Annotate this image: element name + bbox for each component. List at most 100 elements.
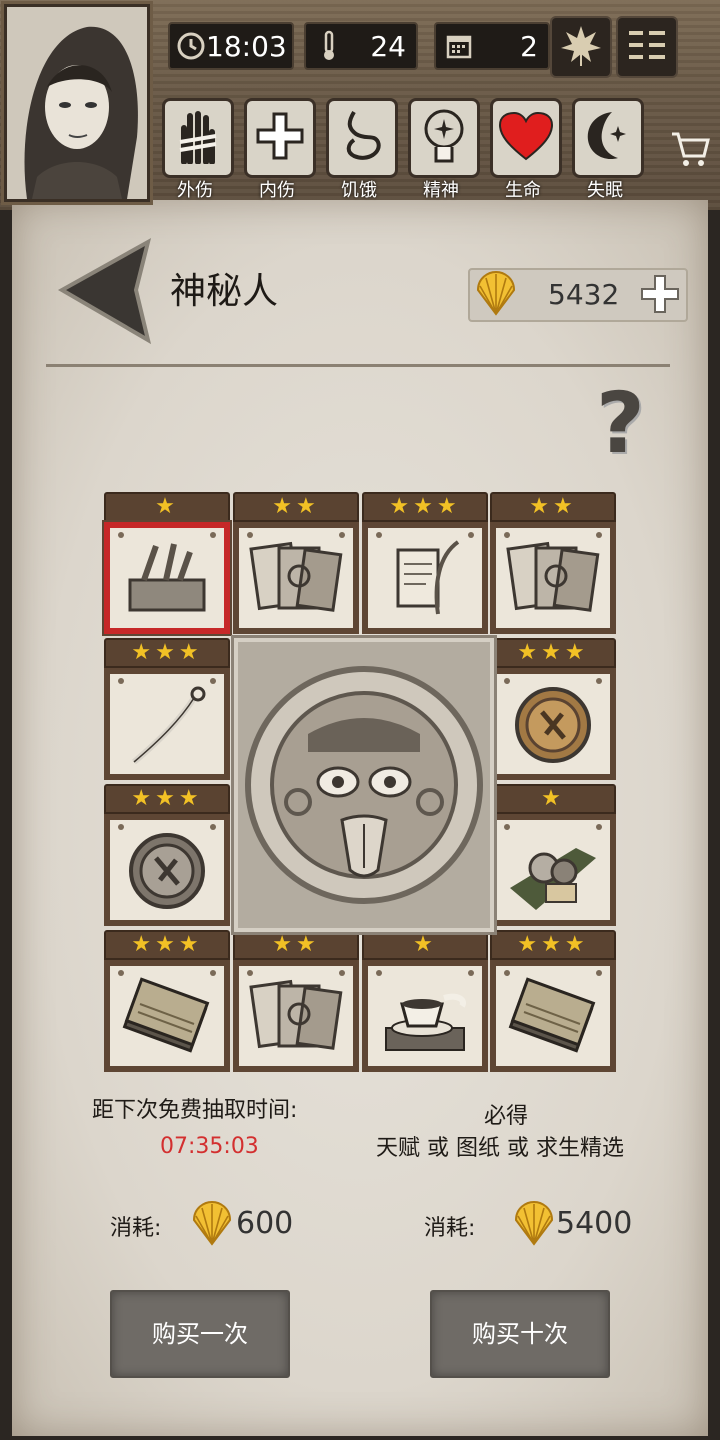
- buy-ten-button[interactable]: 购买十次: [430, 1290, 610, 1378]
- silver-coin-icon: [120, 828, 214, 914]
- reward-card[interactable]: ★★: [490, 492, 616, 634]
- reward-card[interactable]: ★★: [233, 930, 359, 1072]
- ten-cost-label: 消耗:: [424, 1216, 476, 1241]
- reward-card-body: [362, 522, 488, 634]
- reward-card[interactable]: ★★★: [104, 930, 230, 1072]
- reward-card-body: [490, 960, 616, 1072]
- temperature-display: 24: [304, 22, 418, 70]
- star-rating: ★: [362, 930, 488, 960]
- stomach-icon: [338, 108, 386, 168]
- heart-icon: [498, 111, 554, 165]
- reward-card-body: [362, 960, 488, 1072]
- star-rating: ★★★: [104, 784, 230, 814]
- brain-sparkle-icon: [418, 107, 470, 169]
- thermometer-icon: [312, 29, 346, 63]
- cart-icon: [668, 132, 712, 174]
- back-button[interactable]: [56, 236, 156, 346]
- food-icon: [506, 828, 600, 914]
- menu-button[interactable]: [616, 16, 678, 78]
- free-draw-timer: 07:35:03: [160, 1134, 259, 1159]
- toolbox-icon: [120, 536, 214, 622]
- shell-amount: 5432: [548, 278, 620, 311]
- cards-icon: [249, 974, 343, 1060]
- star-rating: ★: [490, 784, 616, 814]
- day-display: 2: [434, 22, 550, 70]
- reward-card[interactable]: ★★★: [104, 638, 230, 780]
- menu-icon: [627, 27, 667, 67]
- status-insomnia[interactable]: [572, 98, 644, 178]
- shop-cart-button[interactable]: [668, 126, 712, 170]
- gold-coin-icon: [506, 682, 600, 768]
- time-value: 18:03: [206, 29, 287, 63]
- status-external-injury[interactable]: [162, 98, 234, 178]
- star-rating: ★★: [233, 930, 359, 960]
- status-label: 精神: [423, 180, 459, 201]
- status-label: 失眠: [587, 180, 623, 201]
- status-hunger[interactable]: [326, 98, 398, 178]
- teacup-icon: [378, 974, 472, 1060]
- star-rating: ★★★: [104, 638, 230, 668]
- status-health[interactable]: [490, 98, 562, 178]
- shell-currency-box: 5432: [468, 268, 688, 322]
- reward-card-body: [104, 814, 230, 926]
- buy-once-button[interactable]: 购买一次: [110, 1290, 290, 1378]
- reward-card-body: [490, 814, 616, 926]
- cards-icon: [506, 536, 600, 622]
- leaf-button[interactable]: [550, 16, 612, 78]
- shell-icon: [190, 1200, 234, 1252]
- single-cost-label: 消耗:: [110, 1216, 162, 1241]
- add-shells-button[interactable]: [640, 274, 680, 314]
- reward-card-body: [233, 960, 359, 1072]
- reward-card-body: [104, 668, 230, 780]
- single-cost-value: 600: [236, 1206, 294, 1241]
- star-rating: ★★★: [490, 930, 616, 960]
- help-button[interactable]: ?: [596, 374, 645, 472]
- reward-card-body: [233, 522, 359, 634]
- back-arrow-icon: [56, 238, 156, 350]
- cards-icon: [249, 536, 343, 622]
- reward-card-body: [102, 520, 232, 636]
- status-label: 内伤: [259, 180, 295, 201]
- hand-bandage-icon: [174, 108, 222, 168]
- blueprint-icon: [120, 974, 214, 1060]
- status-label: 饥饿: [341, 180, 377, 201]
- shell-icon: [512, 1200, 556, 1252]
- star-rating: ★★★: [362, 492, 488, 522]
- character-portrait[interactable]: [4, 4, 150, 202]
- page-title: 神秘人: [170, 271, 279, 312]
- reward-card[interactable]: ★★★: [490, 930, 616, 1072]
- ten-cost-value: 5400: [556, 1206, 633, 1241]
- status-label: 生命: [505, 180, 541, 201]
- status-label: 外伤: [177, 180, 213, 201]
- reward-card[interactable]: ★: [362, 930, 488, 1072]
- reward-card[interactable]: ★: [490, 784, 616, 926]
- center-medallion: [234, 638, 494, 932]
- reward-card[interactable]: ★★★: [362, 492, 488, 634]
- scroll-quill-icon: [378, 536, 472, 622]
- status-mental[interactable]: [408, 98, 480, 178]
- reward-card[interactable]: ★★★: [490, 638, 616, 780]
- clock-display: 18:03: [168, 22, 294, 70]
- reward-card[interactable]: ★★: [233, 492, 359, 634]
- temperature-value: 24: [370, 29, 406, 63]
- reward-card-body: [490, 522, 616, 634]
- divider: [46, 364, 670, 367]
- star-rating: ★★★: [490, 638, 616, 668]
- day-value: 2: [520, 29, 538, 63]
- reward-card[interactable]: ★: [102, 492, 232, 636]
- reward-card-body: [104, 960, 230, 1072]
- calendar-icon: [442, 29, 476, 63]
- cross-icon: [254, 110, 306, 166]
- blueprint-icon: [506, 974, 600, 1060]
- clock-icon: [176, 29, 206, 63]
- guarantee-description: 天赋 或 图纸 或 求生精选: [376, 1136, 624, 1161]
- star-rating: ★: [104, 492, 230, 522]
- moon-star-icon: [582, 108, 634, 168]
- cutlass-icon: [120, 682, 214, 768]
- star-rating: ★★: [490, 492, 616, 522]
- shell-icon: [474, 270, 518, 322]
- star-rating: ★★: [233, 492, 359, 522]
- star-rating: ★★★: [104, 930, 230, 960]
- status-internal-injury[interactable]: [244, 98, 316, 178]
- reward-card[interactable]: ★★★: [104, 784, 230, 926]
